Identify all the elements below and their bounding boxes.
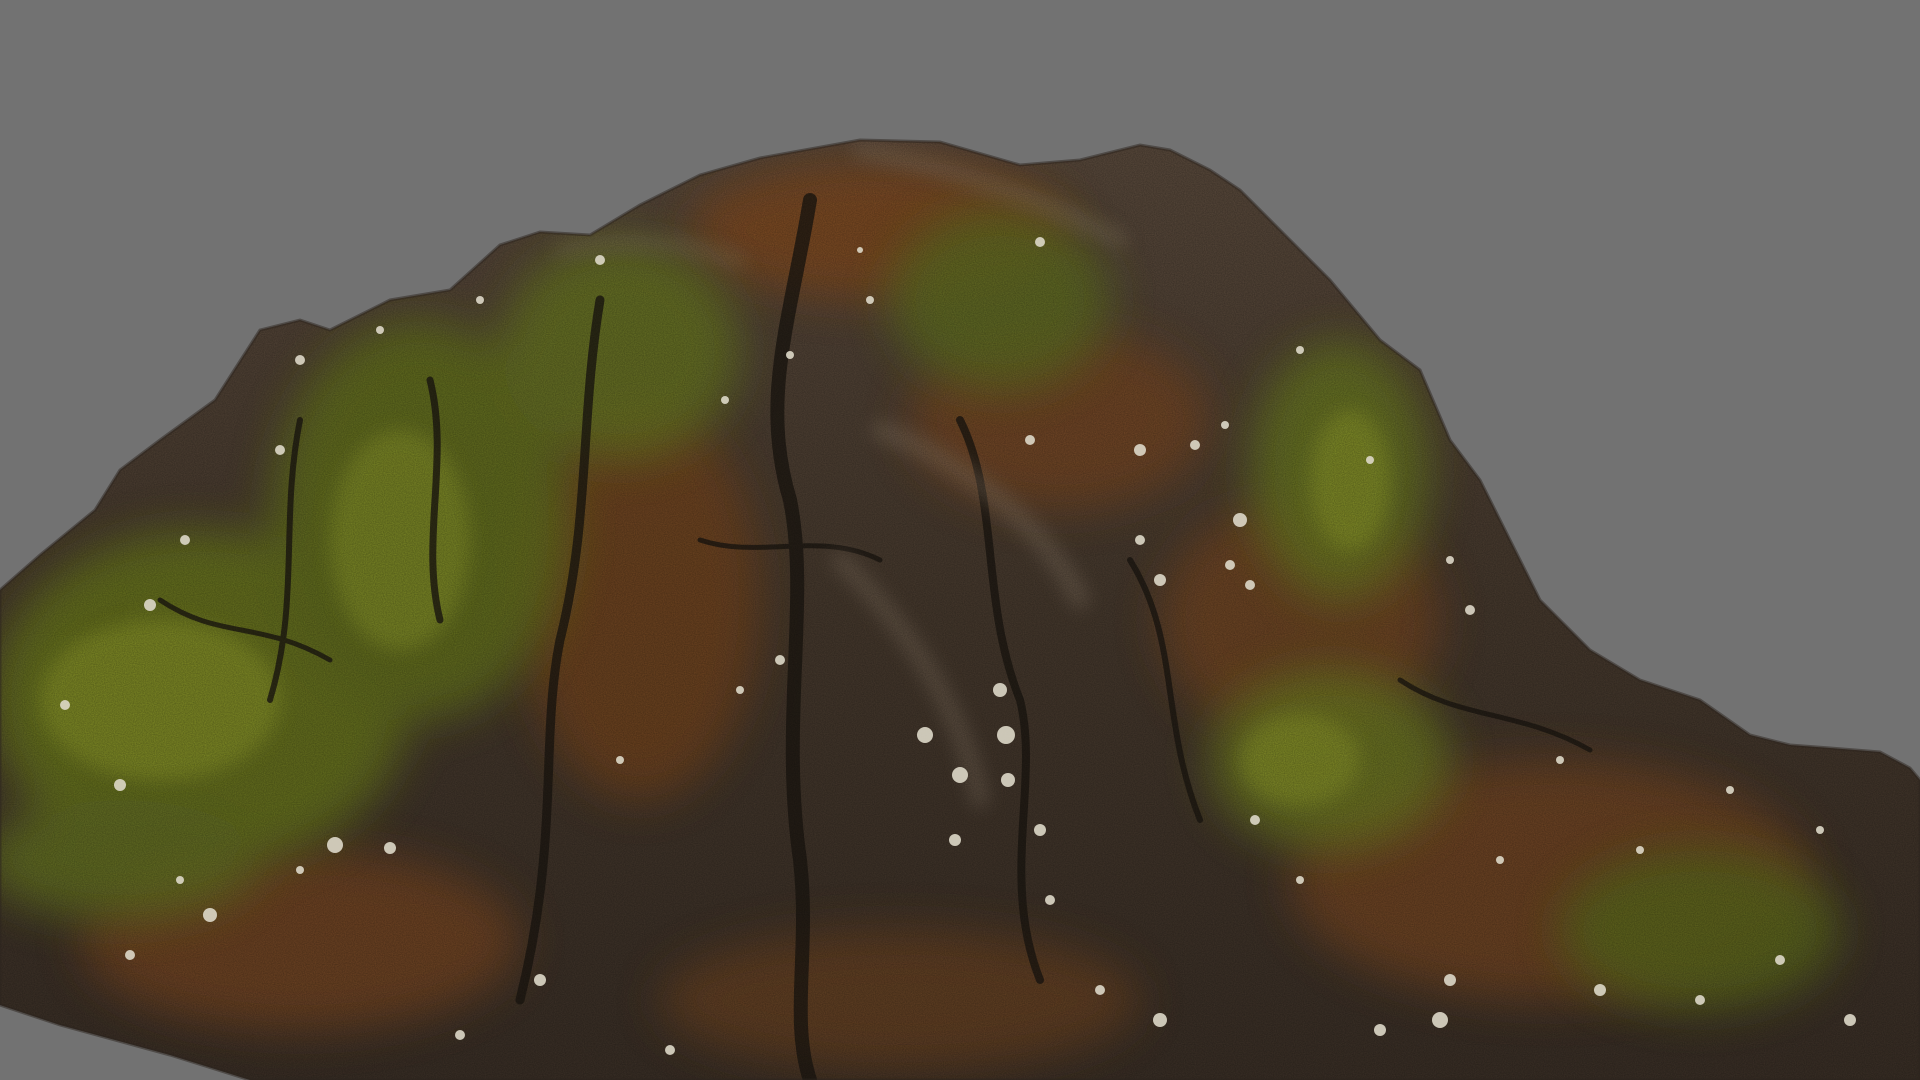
rock-render [0, 138, 1920, 1080]
render-viewport [0, 0, 1920, 1080]
